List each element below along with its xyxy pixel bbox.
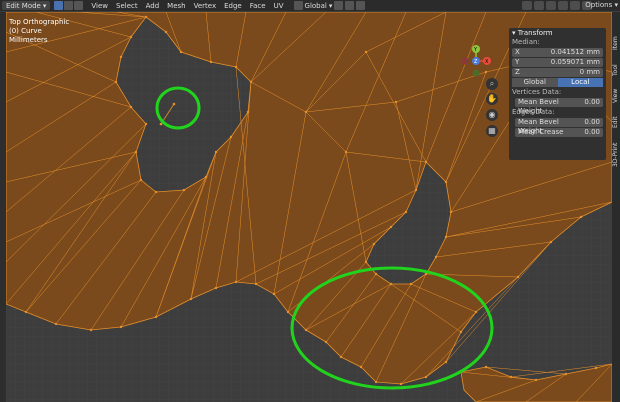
options-label: Options bbox=[585, 1, 613, 9]
space-toggle: Global Local bbox=[512, 78, 603, 87]
median-label: Median: bbox=[512, 38, 540, 46]
camera-icon[interactable]: ◉ bbox=[486, 109, 498, 121]
zoom-icon[interactable]: ⌕ bbox=[486, 78, 498, 90]
xray-icon[interactable] bbox=[558, 1, 568, 10]
y-label: Y bbox=[515, 58, 520, 66]
vertices-data-label: Vertices Data: bbox=[512, 88, 562, 96]
perspective-grid-icon[interactable]: ▦ bbox=[486, 125, 498, 137]
edges-data-label: Edges Data: bbox=[512, 108, 555, 116]
header-bar: Edit Mode ▾ View Select Add Mesh Vertex … bbox=[0, 0, 620, 11]
overlay-icon[interactable] bbox=[546, 1, 556, 10]
crease-label: Mean Crease bbox=[518, 128, 564, 136]
global-button[interactable]: Global bbox=[512, 78, 558, 87]
navigation-gizmo[interactable]: Y X Z bbox=[460, 45, 492, 77]
y-value: 0.059071 mm bbox=[550, 58, 600, 66]
vertex-bevel-weight-field[interactable]: Mean Bevel Weight 0.00 bbox=[515, 98, 603, 115]
header-menu: View Select Add Mesh Vertex Edge Face UV bbox=[91, 2, 283, 10]
edge-select-icon[interactable] bbox=[64, 1, 74, 10]
menu-vertex[interactable]: Vertex bbox=[194, 2, 217, 10]
menu-face[interactable]: Face bbox=[250, 2, 266, 10]
tab-view[interactable]: View bbox=[612, 86, 620, 106]
transform-orientation[interactable]: Global ▾ bbox=[293, 1, 366, 10]
select-mode-group bbox=[54, 1, 84, 10]
visibility-icon[interactable] bbox=[522, 1, 532, 10]
gizmo-toggle-icon[interactable] bbox=[534, 1, 544, 10]
tab-edit[interactable]: Edit bbox=[612, 112, 620, 132]
proportional-edit-icon[interactable] bbox=[356, 1, 366, 10]
menu-uv[interactable]: UV bbox=[274, 2, 284, 10]
solid-shading-icon[interactable] bbox=[570, 1, 580, 10]
sidebar-tabs: Item Tool View Edit 3D-Print bbox=[612, 12, 620, 402]
options-dropdown[interactable]: Options ▾ bbox=[585, 0, 618, 11]
transform-header[interactable]: ▾ Transform bbox=[509, 28, 606, 38]
viewport-shading-group bbox=[522, 1, 592, 10]
edge-bevel-value: 0.00 bbox=[584, 118, 600, 126]
view-name: Top Orthographic bbox=[9, 18, 70, 26]
menu-edge[interactable]: Edge bbox=[224, 2, 242, 10]
crease-value: 0.00 bbox=[584, 128, 600, 136]
transform-title: Transform bbox=[517, 29, 553, 37]
pivot-icon[interactable] bbox=[334, 1, 344, 10]
gizmo-z-label: Z bbox=[474, 59, 478, 65]
mean-crease-field[interactable]: Mean Crease 0.00 bbox=[515, 128, 603, 137]
local-button[interactable]: Local bbox=[557, 78, 603, 87]
menu-mesh[interactable]: Mesh bbox=[167, 2, 185, 10]
vertex-bevel-value: 0.00 bbox=[584, 98, 600, 106]
mode-label: Edit Mode bbox=[6, 1, 41, 10]
menu-add[interactable]: Add bbox=[146, 2, 160, 10]
pan-hand-icon[interactable]: ✋ bbox=[486, 93, 498, 105]
chevron-down-icon: ▾ bbox=[328, 1, 333, 10]
z-label: Z bbox=[515, 68, 520, 76]
menu-select[interactable]: Select bbox=[116, 2, 138, 10]
units-label: Millimeters bbox=[9, 36, 48, 44]
vertex-select-icon[interactable] bbox=[54, 1, 64, 10]
median-z-field[interactable]: Z 0 mm bbox=[512, 68, 603, 77]
tab-tool[interactable]: Tool bbox=[612, 60, 620, 80]
edge-bevel-weight-field[interactable]: Mean Bevel Weight 0.00 bbox=[515, 118, 603, 135]
chevron-down-icon: ▾ bbox=[42, 1, 47, 10]
gizmo-x-label: X bbox=[485, 59, 489, 65]
object-name: (0) Curve bbox=[9, 27, 42, 35]
tab-item[interactable]: Item bbox=[612, 32, 620, 54]
orientation-label: Global bbox=[304, 1, 327, 10]
z-value: 0 mm bbox=[579, 68, 600, 76]
viewport-info: Top Orthographic (0) Curve Millimeters bbox=[9, 18, 69, 45]
mode-selector[interactable]: Edit Mode ▾ bbox=[2, 1, 51, 10]
x-value: 0.041512 mm bbox=[550, 48, 600, 56]
tab-3d-print[interactable]: 3D-Print bbox=[612, 138, 620, 172]
edge-bevel-label: Mean Bevel Weight bbox=[518, 118, 559, 135]
menu-view[interactable]: View bbox=[91, 2, 108, 10]
median-y-field[interactable]: Y 0.059071 mm bbox=[512, 58, 603, 67]
snap-icon[interactable] bbox=[345, 1, 355, 10]
median-x-field[interactable]: X 0.041512 mm bbox=[512, 48, 603, 57]
vertex-bevel-label: Mean Bevel Weight bbox=[518, 98, 559, 115]
sidebar-transform-panel: ▾ Transform Median: X 0.041512 mm Y 0.05… bbox=[509, 28, 606, 160]
orientation-icon bbox=[293, 1, 303, 10]
face-select-icon[interactable] bbox=[74, 1, 84, 10]
x-label: X bbox=[515, 48, 520, 56]
